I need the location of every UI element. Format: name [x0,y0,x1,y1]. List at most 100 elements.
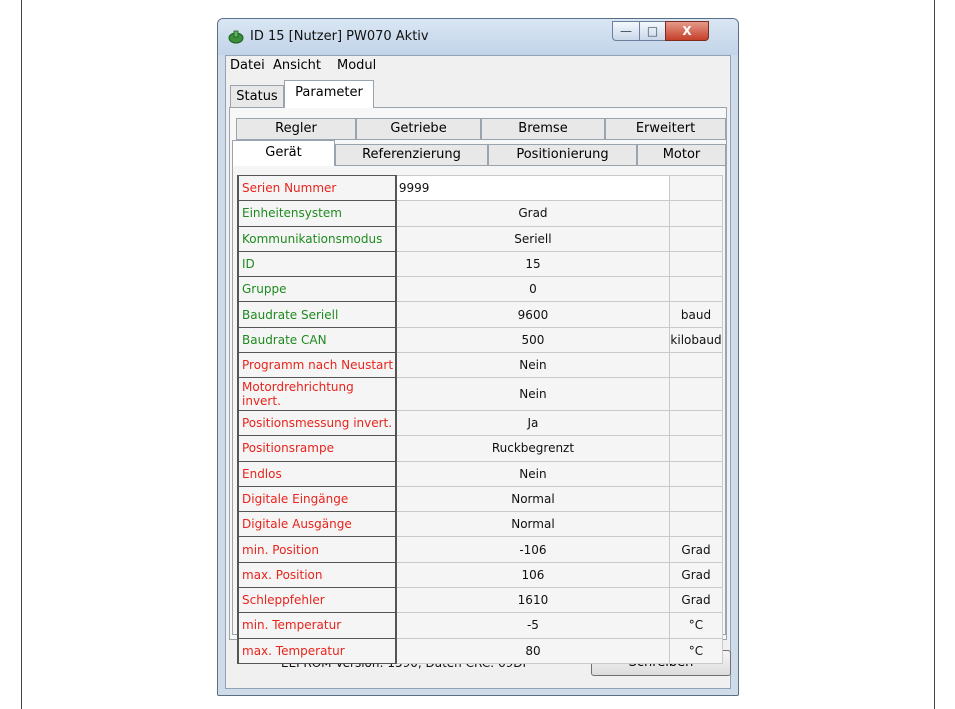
table-row[interactable]: Digitale Ausgänge Normal [237,511,723,538]
parameter-unit [669,377,723,411]
parameter-unit [669,485,723,513]
table-row[interactable]: Motordrehrichtung invert. Nein [237,377,723,411]
parameter-unit [669,351,723,379]
parameter-value[interactable]: 1610 [395,586,670,614]
minimize-button[interactable]: — [612,21,640,41]
parameter-unit [669,511,723,538]
table-row[interactable]: ID 15 [237,250,723,278]
parameter-value[interactable]: Normal [395,485,670,513]
tab-status[interactable]: Status [230,85,284,108]
parameter-value[interactable]: Ja [395,409,670,437]
window-title: ID 15 [Nutzer] PW070 Aktiv [250,29,429,44]
parameter-unit [669,276,723,303]
table-row[interactable]: Einheitensystem Grad [237,200,723,227]
table-row[interactable]: max. Position 106 Grad [237,561,723,588]
parameter-value[interactable]: 0 [395,276,670,303]
parameter-label: Digitale Ausgänge [237,511,397,538]
parameter-value[interactable]: Nein [395,351,670,379]
parameter-unit: baud [669,301,723,328]
close-icon: X [682,24,692,38]
parameter-value[interactable]: Grad [395,200,670,227]
parameter-label: Programm nach Neustart [237,351,397,379]
parameter-value[interactable]: Normal [395,511,670,538]
title-bar[interactable]: ID 15 [Nutzer] PW070 Aktiv — □ X [218,19,738,55]
parameter-unit [669,409,723,437]
parameter-unit: °C [669,637,723,665]
parameter-value[interactable]: Ruckbegrenzt [395,435,670,462]
table-row[interactable]: Gruppe 0 [237,276,723,303]
parameter-label: Kommunikationsmodus [237,225,397,252]
application-window: ID 15 [Nutzer] PW070 Aktiv — □ X Datei A… [217,18,739,696]
parameter-label: Endlos [237,460,397,487]
table-row[interactable]: Digitale Eingänge Normal [237,485,723,513]
parameter-unit: Grad [669,586,723,614]
serial-number-input[interactable]: 9999 [395,174,670,202]
parameter-unit [669,174,723,202]
table-row[interactable]: max. Temperatur 80 °C [237,637,723,665]
parameter-label: Baudrate CAN [237,326,397,353]
parameter-value[interactable]: 9600 [395,301,670,328]
table-row[interactable]: min. Position -106 Grad [237,536,723,563]
parameter-label: ID [237,250,397,278]
table-row[interactable]: Baudrate CAN 500 kilobaud [237,326,723,353]
parameter-value[interactable]: 106 [395,561,670,588]
parameter-grid-body: Serien Nummer 9999 Einheitensystem Grad Komm… [237,174,723,665]
parameter-value[interactable]: -5 [395,612,670,639]
tab-bremse[interactable]: Bremse [481,118,605,140]
parameter-value[interactable]: Nein [395,377,670,411]
parameter-label: Positionsrampe [237,435,397,462]
parameter-value[interactable]: 80 [395,637,670,665]
menu-modul[interactable]: Modul [337,58,376,73]
table-row[interactable]: Positionsrampe Ruckbegrenzt [237,435,723,462]
parameter-label: min. Position [237,536,397,563]
parameter-label: max. Temperatur [237,637,397,665]
parameter-label: Einheitensystem [237,200,397,227]
parameter-unit: °C [669,612,723,639]
table-row[interactable]: min. Temperatur -5 °C [237,612,723,639]
parameter-label: min. Temperatur [237,612,397,639]
tab-geraet[interactable]: Gerät [232,140,335,166]
close-button[interactable]: X [665,21,709,41]
menu-ansicht[interactable]: Ansicht [273,58,321,73]
maximize-button[interactable]: □ [639,21,666,41]
parameter-value[interactable]: 500 [395,326,670,353]
table-row[interactable]: Baudrate Seriell 9600 baud [237,301,723,328]
table-row[interactable]: Serien Nummer 9999 [237,174,723,202]
menu-bar: Datei Ansicht Modul [226,56,730,76]
parameter-value[interactable]: Nein [395,460,670,487]
table-row[interactable]: Programm nach Neustart Nein [237,351,723,379]
parameter-label: Motordrehrichtung invert. [237,377,397,411]
parameter-value[interactable]: 15 [395,250,670,278]
parameter-unit [669,225,723,252]
tab-regler[interactable]: Regler [236,118,356,140]
menu-datei[interactable]: Datei [230,58,265,73]
table-row[interactable]: Positionsmessung invert. Ja [237,409,723,437]
tab-parameter[interactable]: Parameter [284,80,374,108]
tab-erweitert[interactable]: Erweitert [605,118,726,140]
table-row[interactable]: Kommunikationsmodus Seriell [237,225,723,252]
maximize-icon: □ [646,24,659,38]
parameter-value[interactable]: Seriell [395,225,670,252]
parameter-unit [669,200,723,227]
tab-referenzierung[interactable]: Referenzierung [335,144,488,166]
table-row[interactable]: Endlos Nein [237,460,723,487]
tab-positionierung[interactable]: Positionierung [488,144,637,166]
page-border-right [934,0,935,709]
minimize-icon: — [620,24,632,38]
parameter-label: Schleppfehler [237,586,397,614]
tab-motor[interactable]: Motor [637,144,726,166]
parameter-value[interactable]: -106 [395,536,670,563]
parameter-label: Gruppe [237,276,397,303]
tab-getriebe[interactable]: Getriebe [356,118,481,140]
page-border-left [21,0,22,709]
parameter-unit [669,250,723,278]
parameter-label: Baudrate Seriell [237,301,397,328]
parameter-grid: Serien Nummer 9999 Einheitensystem Grad Komm… [237,174,723,665]
parameter-label: Positionsmessung invert. [237,409,397,437]
parameter-unit [669,435,723,462]
table-row[interactable]: Schleppfehler 1610 Grad [237,586,723,614]
parameter-label: Digitale Eingänge [237,485,397,513]
parameter-unit: kilobaud [669,326,723,353]
parameter-unit [669,460,723,487]
gear-app-icon [228,30,244,44]
